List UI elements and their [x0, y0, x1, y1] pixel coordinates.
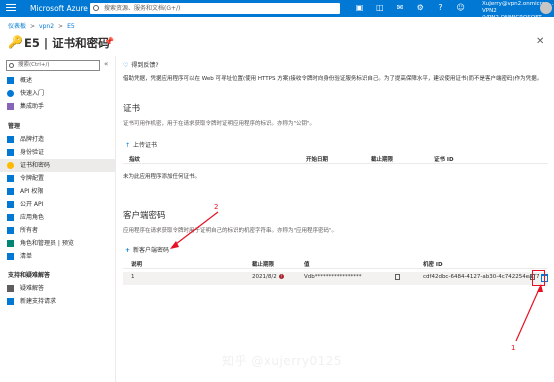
watermark: 知乎 @xujerry0125 [222, 354, 343, 368]
annotation-arrows [170, 211, 543, 342]
annotation-arrow-1 [515, 286, 541, 342]
annotation-label-1: 1 [511, 344, 516, 352]
annotation-arrowhead-1 [537, 284, 543, 292]
annotation-arrow-2 [171, 211, 219, 248]
annotation-label-2: 2 [214, 203, 219, 211]
